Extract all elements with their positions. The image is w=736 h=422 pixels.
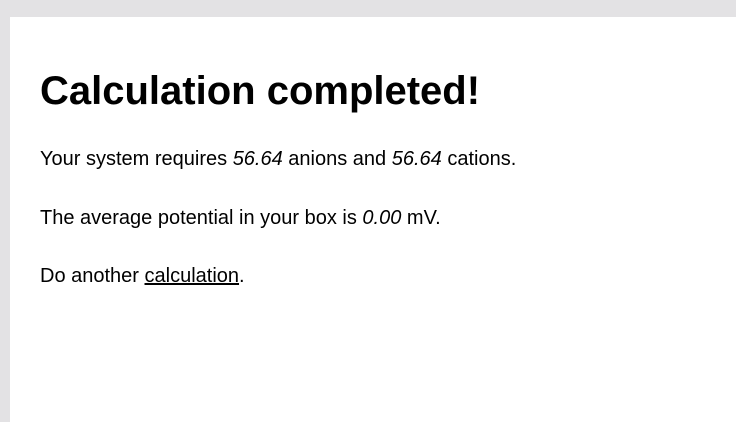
potential-text: The average potential in your box is 0.0… [40, 205, 441, 231]
ion-requirement-suffix: cations. [441, 148, 517, 170]
potential-prefix: The average potential in your box is [40, 207, 363, 229]
another-prefix: Do another [40, 265, 145, 287]
cations-value: 56.64 [391, 148, 442, 170]
anions-value: 56.64 [232, 148, 283, 170]
ion-requirement-middle: anions and [282, 148, 392, 170]
potential-suffix: mV. [401, 207, 441, 229]
ion-requirement-text: Your system requires 56.64 anions and 56… [40, 146, 516, 172]
potential-value: 0.00 [362, 207, 402, 229]
another-calculation-text: Do another calculation. [40, 263, 245, 289]
page-body: Calculation completed! Your system requi… [10, 17, 736, 422]
calculation-link[interactable]: calculation [145, 265, 240, 287]
page-title: Calculation completed! [40, 69, 481, 113]
another-suffix: . [239, 265, 245, 287]
ion-requirement-prefix: Your system requires [40, 148, 233, 170]
